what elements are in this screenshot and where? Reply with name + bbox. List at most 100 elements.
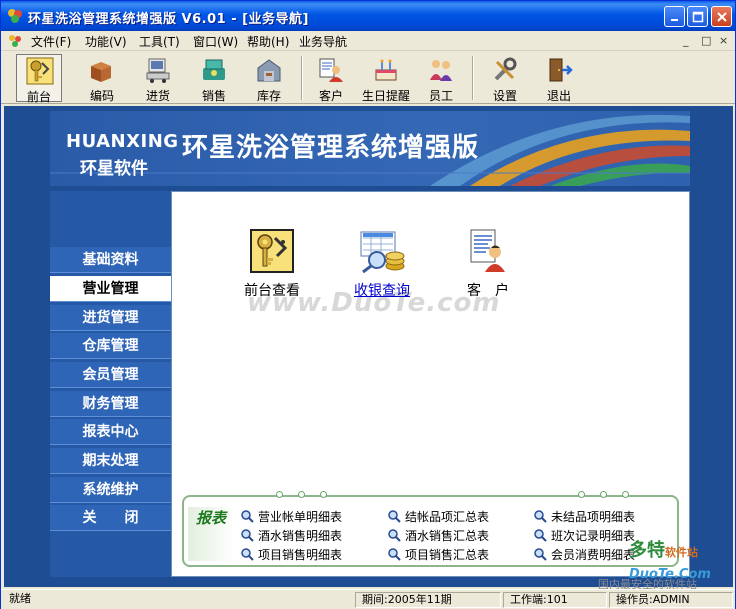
nav-purchase-management[interactable]: 进货管理	[50, 305, 171, 331]
nav-period-end[interactable]: 期末处理	[50, 448, 171, 474]
mdi-close-button[interactable]: ×	[719, 34, 728, 47]
magnifier-icon	[388, 529, 401, 542]
report-label: 项目销售汇总表	[405, 548, 490, 562]
menu-bar: 文件(F) 功能(V) 工具(T) 窗口(W) 帮助(H) 业务导航 _ □ ×	[1, 31, 735, 51]
toolbar-label: 设置	[492, 89, 517, 103]
toolbar-inventory-button[interactable]: 库存	[246, 54, 292, 103]
banner-product-title: 环星洗浴管理系统增强版	[182, 133, 480, 163]
magnifier-icon	[241, 510, 254, 523]
toolbar-label: 员工	[428, 89, 453, 103]
menu-tools[interactable]: 工具(T)	[139, 33, 180, 50]
magnifier-icon	[534, 510, 547, 523]
maximize-icon	[692, 11, 704, 23]
report-label: 结帐品项汇总表	[405, 510, 490, 524]
status-bar: 就绪 期间:2005年11期 工作端:101 操作员:ADMIN	[1, 589, 735, 609]
toolbar-label: 客户	[318, 89, 343, 103]
menu-window[interactable]: 窗口(W)	[193, 33, 238, 50]
keys-icon	[26, 57, 54, 85]
toolbar-staff-button[interactable]: 员工	[418, 54, 464, 103]
report-label: 营业帐单明细表	[258, 510, 343, 524]
magnifier-icon	[241, 548, 254, 561]
warehouse-icon	[257, 59, 281, 82]
ring-decoration	[578, 491, 585, 498]
close-icon	[717, 12, 727, 22]
menu-file[interactable]: 文件(F)	[31, 33, 71, 50]
menu-function[interactable]: 功能(V)	[85, 33, 127, 50]
report-shift-record-detail[interactable]: 班次记录明细表	[533, 527, 635, 544]
document-icon[interactable]	[8, 34, 22, 48]
nav-finance-management[interactable]: 财务管理	[50, 391, 171, 417]
toolbar-customer-button[interactable]: 客户	[308, 54, 354, 103]
magnifier-icon	[388, 548, 401, 561]
mdi-minimize-button[interactable]: _	[683, 34, 689, 47]
status-period: 期间:2005年11期	[355, 592, 501, 608]
report-unsettled-item-detail[interactable]: 未结品项明细表	[533, 508, 635, 525]
status-terminal: 工作端:101	[503, 592, 607, 608]
report-drinks-sales-summary[interactable]: 酒水销售汇总表	[387, 527, 489, 544]
nav-system-maintenance[interactable]: 系统维护	[50, 477, 171, 503]
toolbar-purchase-button[interactable]: 进货	[135, 54, 181, 103]
exit-door-icon	[549, 58, 573, 82]
boxes-icon	[91, 62, 111, 82]
report-business-bill-detail[interactable]: 营业帐单明细表	[240, 508, 342, 525]
cashier-query-link[interactable]: 收银查询	[342, 228, 422, 300]
nav-report-center[interactable]: 报表中心	[50, 419, 171, 445]
report-member-consumption-detail[interactable]: 会员消费明细表	[533, 546, 635, 563]
birthday-cake-icon	[375, 59, 397, 81]
toolbar-label: 库存	[256, 89, 281, 103]
nav-basic-data[interactable]: 基础资料	[50, 247, 171, 273]
title-bar[interactable]: 环星洗浴管理系统增强版 V6.01 - [业务导航]	[1, 1, 735, 31]
minimize-button[interactable]	[664, 6, 685, 27]
icon-label: 客 户	[467, 283, 509, 299]
banner-company: 环星软件	[80, 159, 148, 179]
toolbar-sales-button[interactable]: 销售	[191, 54, 237, 103]
reports-section: 报表 营业帐单明细表 结帐品项汇总表 未结品项明细表 酒水销售明细表 酒水销售汇…	[182, 491, 679, 567]
toolbar-label: 销售	[201, 89, 226, 103]
toolbar-exit-button[interactable]: 退出	[536, 54, 582, 103]
mdi-client-area: HUANXING 环星软件 环星洗浴管理系统增强版 基础资料 营业管理 进货管理…	[4, 106, 733, 587]
ring-decoration	[298, 491, 305, 498]
report-drinks-sales-detail[interactable]: 酒水销售明细表	[240, 527, 342, 544]
toolbar-front-desk-button[interactable]: 前台	[16, 54, 62, 104]
mdi-restore-button[interactable]: □	[701, 34, 711, 47]
report-item-sales-detail[interactable]: 项目销售明细表	[240, 546, 342, 563]
ring-decoration	[600, 491, 607, 498]
banner-english-name: HUANXING	[66, 131, 179, 152]
staff-icon	[430, 60, 452, 81]
maximize-button[interactable]	[687, 6, 708, 27]
menu-business-nav[interactable]: 业务导航	[299, 33, 347, 50]
nav-business-management[interactable]: 营业管理	[50, 276, 171, 302]
brand-sub: 软件站	[665, 546, 698, 559]
menu-help[interactable]: 帮助(H)	[247, 33, 289, 50]
ring-decoration	[622, 491, 629, 498]
status-ready: 就绪	[9, 592, 31, 605]
report-item-sales-summary[interactable]: 项目销售汇总表	[387, 546, 489, 563]
brand-name: 多特	[629, 540, 665, 561]
toolbar-separator	[472, 56, 474, 100]
front-desk-view-button[interactable]: 前台查看	[232, 228, 312, 300]
computer-cart-icon	[146, 58, 170, 83]
nav-member-management[interactable]: 会员管理	[50, 362, 171, 388]
customer-icon	[470, 229, 505, 272]
window-title: 环星洗浴管理系统增强版 V6.01 - [业务导航]	[28, 12, 309, 27]
report-label: 项目销售明细表	[258, 548, 343, 562]
nav-close[interactable]: 关 闭	[50, 505, 171, 531]
tools-icon	[494, 57, 517, 81]
toolbar-code-button[interactable]: 编码	[79, 54, 125, 103]
toolbar-label: 退出	[546, 89, 571, 103]
customer-button[interactable]: 客 户	[448, 228, 528, 300]
reports-title: 报表	[188, 507, 236, 561]
magnifier-icon	[388, 510, 401, 523]
nav-warehouse-management[interactable]: 仓库管理	[50, 333, 171, 359]
customer-icon	[319, 58, 343, 82]
report-checkout-item-summary[interactable]: 结帐品项汇总表	[387, 508, 489, 525]
toolbar-birthday-button[interactable]: 生日提醒	[359, 54, 413, 103]
toolbar-label: 编码	[89, 89, 114, 103]
toolbar-settings-button[interactable]: 设置	[482, 54, 528, 103]
close-window-button[interactable]	[711, 6, 732, 27]
ring-decoration	[276, 491, 283, 498]
minimize-icon	[671, 19, 678, 21]
icon-label[interactable]: 收银查询	[342, 280, 422, 300]
icon-label: 前台查看	[244, 283, 300, 299]
report-label: 未结品项明细表	[551, 510, 636, 524]
